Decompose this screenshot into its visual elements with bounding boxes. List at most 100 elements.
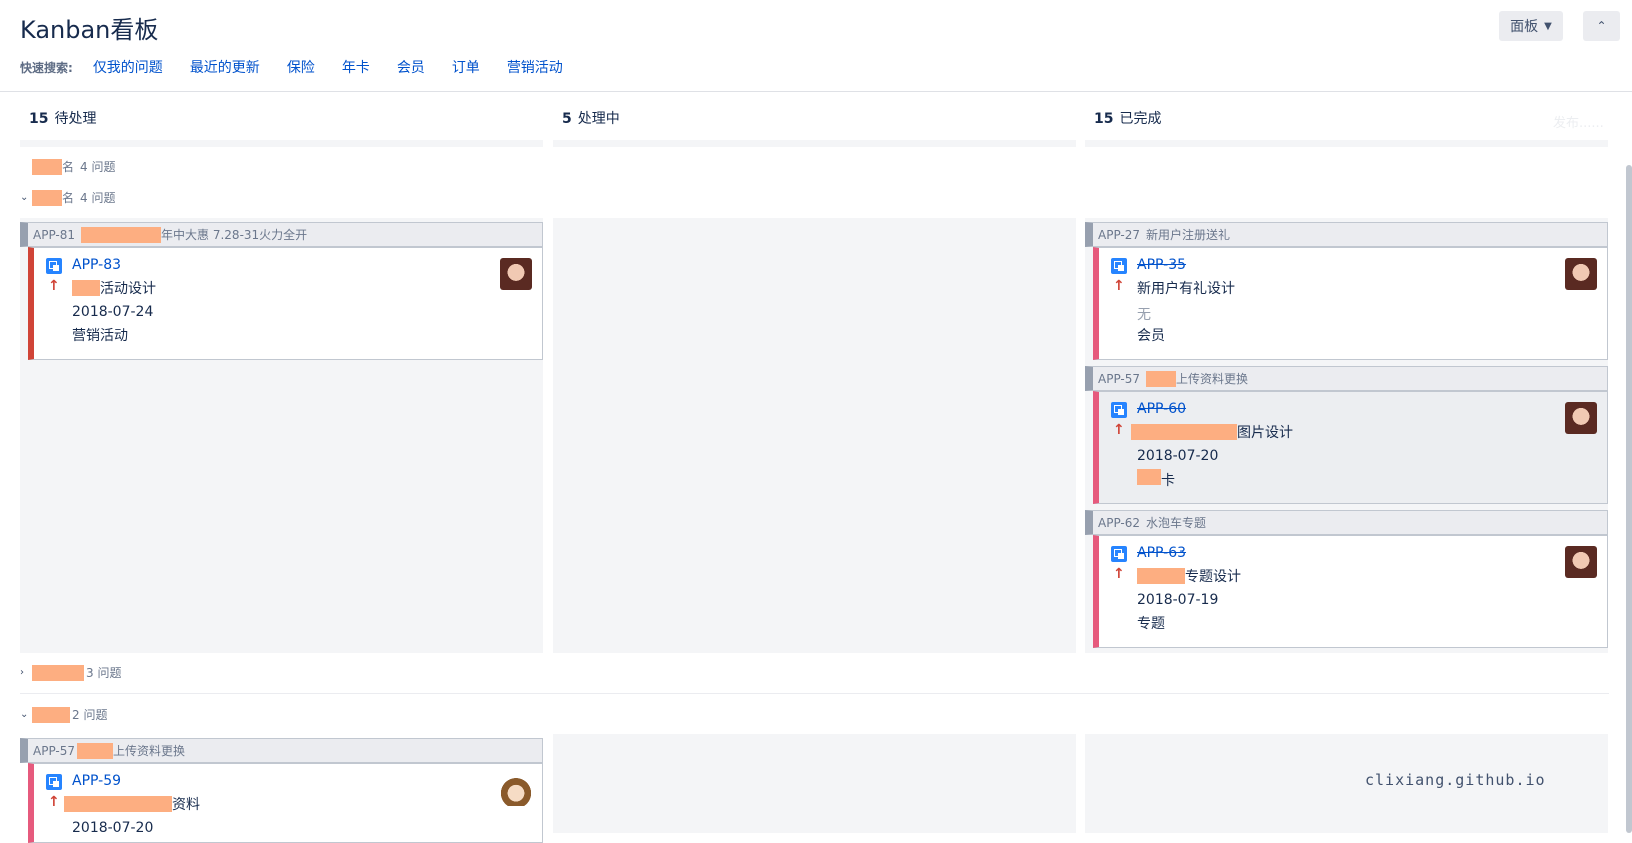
issue-summary-text: 图片设计	[1237, 425, 1293, 441]
column-name: 已完成	[1119, 111, 1162, 127]
issue-due-date: 2018-07-19	[1137, 592, 1219, 608]
issue-label: 专题	[1137, 616, 1165, 632]
issue-summary-text: 资料	[172, 797, 200, 813]
parent-issue-header[interactable]: APP-62 水泡车专题	[1085, 510, 1608, 535]
redacted-text	[72, 280, 100, 296]
column-count: 5	[562, 111, 572, 127]
chevron-right-icon: ›	[20, 667, 24, 678]
redacted-text	[1146, 370, 1177, 387]
parent-key: APP-57	[1098, 371, 1141, 386]
issue-key[interactable]: APP-83	[72, 257, 121, 273]
assignee-avatar[interactable]	[1565, 258, 1597, 290]
swimlane-divider	[20, 693, 1609, 694]
issue-due-date: 2018-07-24	[72, 304, 154, 320]
redacted-text	[32, 706, 70, 723]
issue-due-date: 无	[1137, 307, 1151, 323]
watermark: clixiang.github.io	[1365, 771, 1546, 789]
quick-filter-mine[interactable]: 仅我的问题	[93, 57, 163, 77]
quick-filter-marketing[interactable]: 营销活动	[507, 57, 563, 77]
column-header-todo: 15 待处理	[29, 108, 96, 128]
swimlane-header[interactable]: › 3 问题	[20, 664, 121, 681]
parent-summary: 水泡车专题	[1146, 516, 1207, 530]
column-bar	[20, 140, 543, 147]
release-link[interactable]: 发布......	[1553, 112, 1604, 131]
assignee-avatar[interactable]	[1565, 546, 1597, 578]
column-cell	[553, 218, 1076, 653]
quick-filter-annual-card[interactable]: 年卡	[342, 57, 370, 77]
swimlane-header[interactable]: ⌄ 2 问题	[20, 706, 107, 723]
issue-summary: 专题设计	[1137, 566, 1241, 586]
quick-filter-member[interactable]: 会员	[397, 57, 425, 77]
board-menu-button[interactable]: 面板 ▼	[1499, 11, 1563, 41]
swimlane-header[interactable]: 名 4 问题	[20, 158, 115, 175]
parent-summary: 新用户注册送礼	[1146, 228, 1231, 242]
quick-filters-label: 快速搜索:	[20, 60, 73, 75]
swimlane-count: 4 问题	[80, 160, 116, 174]
quick-filter-order[interactable]: 订单	[452, 57, 480, 77]
redacted-text	[81, 226, 162, 243]
parent-key: APP-81	[33, 227, 76, 242]
parent-issue-header[interactable]: APP-57 上传资料更换	[1085, 366, 1608, 391]
issue-card[interactable]: APP-83 ↑ 活动设计 2018-07-24 营销活动	[28, 247, 543, 360]
board-menu-label: 面板	[1510, 19, 1539, 35]
priority-high-icon: ↑	[1113, 566, 1125, 582]
column-count: 15	[1094, 111, 1114, 127]
issue-card[interactable]: APP-35 ↑ 新用户有礼设计 无 会员	[1093, 247, 1608, 360]
chevron-down-icon: ⌄	[20, 192, 29, 203]
assignee-avatar[interactable]	[500, 258, 532, 290]
parent-summary: 上传资料更换	[1176, 372, 1249, 386]
issue-due-date: 2018-07-20	[72, 820, 154, 836]
swimlane-count: 3 问题	[86, 666, 122, 680]
issue-due-date: 2018-07-20	[1137, 448, 1219, 464]
issue-summary: 图片设计	[1131, 422, 1293, 442]
column-header-done: 15 已完成	[1094, 108, 1161, 128]
issue-summary-text: 专题设计	[1185, 569, 1241, 585]
subtask-icon	[1111, 546, 1127, 562]
assignee-avatar[interactable]	[1565, 402, 1597, 434]
redacted-text	[1137, 469, 1161, 485]
redacted-text	[32, 189, 62, 206]
issue-summary: 资料	[64, 794, 200, 814]
issue-label: 营销活动	[72, 328, 128, 344]
subtask-icon	[46, 774, 62, 790]
column-bar	[1085, 140, 1608, 147]
assignee-avatar[interactable]	[500, 774, 532, 806]
column-cell	[553, 734, 1076, 833]
parent-summary: 年中大惠 7.28-31火力全开	[161, 228, 308, 242]
parent-issue-header[interactable]: APP-57 上传资料更换	[20, 738, 543, 763]
issue-card[interactable]: APP-60 ↑ 图片设计 2018-07-20 卡	[1093, 391, 1608, 504]
chevron-down-icon: ⌄	[20, 709, 29, 720]
column-count: 15	[29, 111, 49, 127]
issue-card[interactable]: APP-63 ↑ 专题设计 2018-07-19 专题	[1093, 535, 1608, 648]
issue-key[interactable]: APP-63	[1137, 545, 1186, 561]
priority-high-icon: ↑	[48, 794, 60, 810]
column-name: 待处理	[54, 111, 97, 127]
issue-summary: 新用户有礼设计	[1137, 278, 1235, 298]
issue-key[interactable]: APP-35	[1137, 257, 1186, 273]
redacted-text	[1131, 424, 1237, 440]
issue-key[interactable]: APP-59	[72, 773, 121, 789]
caret-down-icon: ▼	[1544, 20, 1552, 32]
page-scrollbar[interactable]	[1626, 165, 1632, 833]
collapse-header-button[interactable]: ⌃	[1583, 11, 1620, 41]
parent-key: APP-62	[1098, 515, 1141, 530]
swimlane-name: 名	[62, 160, 75, 174]
board-header: Kanban看板 面板 ▼ ⌃ 快速搜索: 仅我的问题 最近的更新 保险 年卡 …	[0, 0, 1632, 92]
parent-issue-header[interactable]: APP-81 年中大惠 7.28-31火力全开	[20, 222, 543, 247]
column-header-in-progress: 5 处理中	[562, 108, 620, 128]
subtask-icon	[46, 258, 62, 274]
quick-filter-insurance[interactable]: 保险	[287, 57, 315, 77]
chevron-up-icon: ⌃	[1596, 19, 1607, 33]
redacted-text	[77, 742, 114, 759]
swimlane-header[interactable]: ⌄ 名 4 问题	[20, 189, 115, 206]
column-bar	[553, 140, 1076, 147]
redacted-text	[32, 158, 62, 175]
subtask-icon	[1111, 402, 1127, 418]
parent-issue-header[interactable]: APP-27 新用户注册送礼	[1085, 222, 1608, 247]
redacted-text	[1137, 568, 1185, 584]
issue-key[interactable]: APP-60	[1137, 401, 1186, 417]
quick-filter-recent[interactable]: 最近的更新	[190, 57, 260, 77]
priority-high-icon: ↑	[1113, 278, 1125, 294]
redacted-text	[64, 796, 172, 812]
issue-card[interactable]: APP-59 ↑ 资料 2018-07-20	[28, 763, 543, 843]
